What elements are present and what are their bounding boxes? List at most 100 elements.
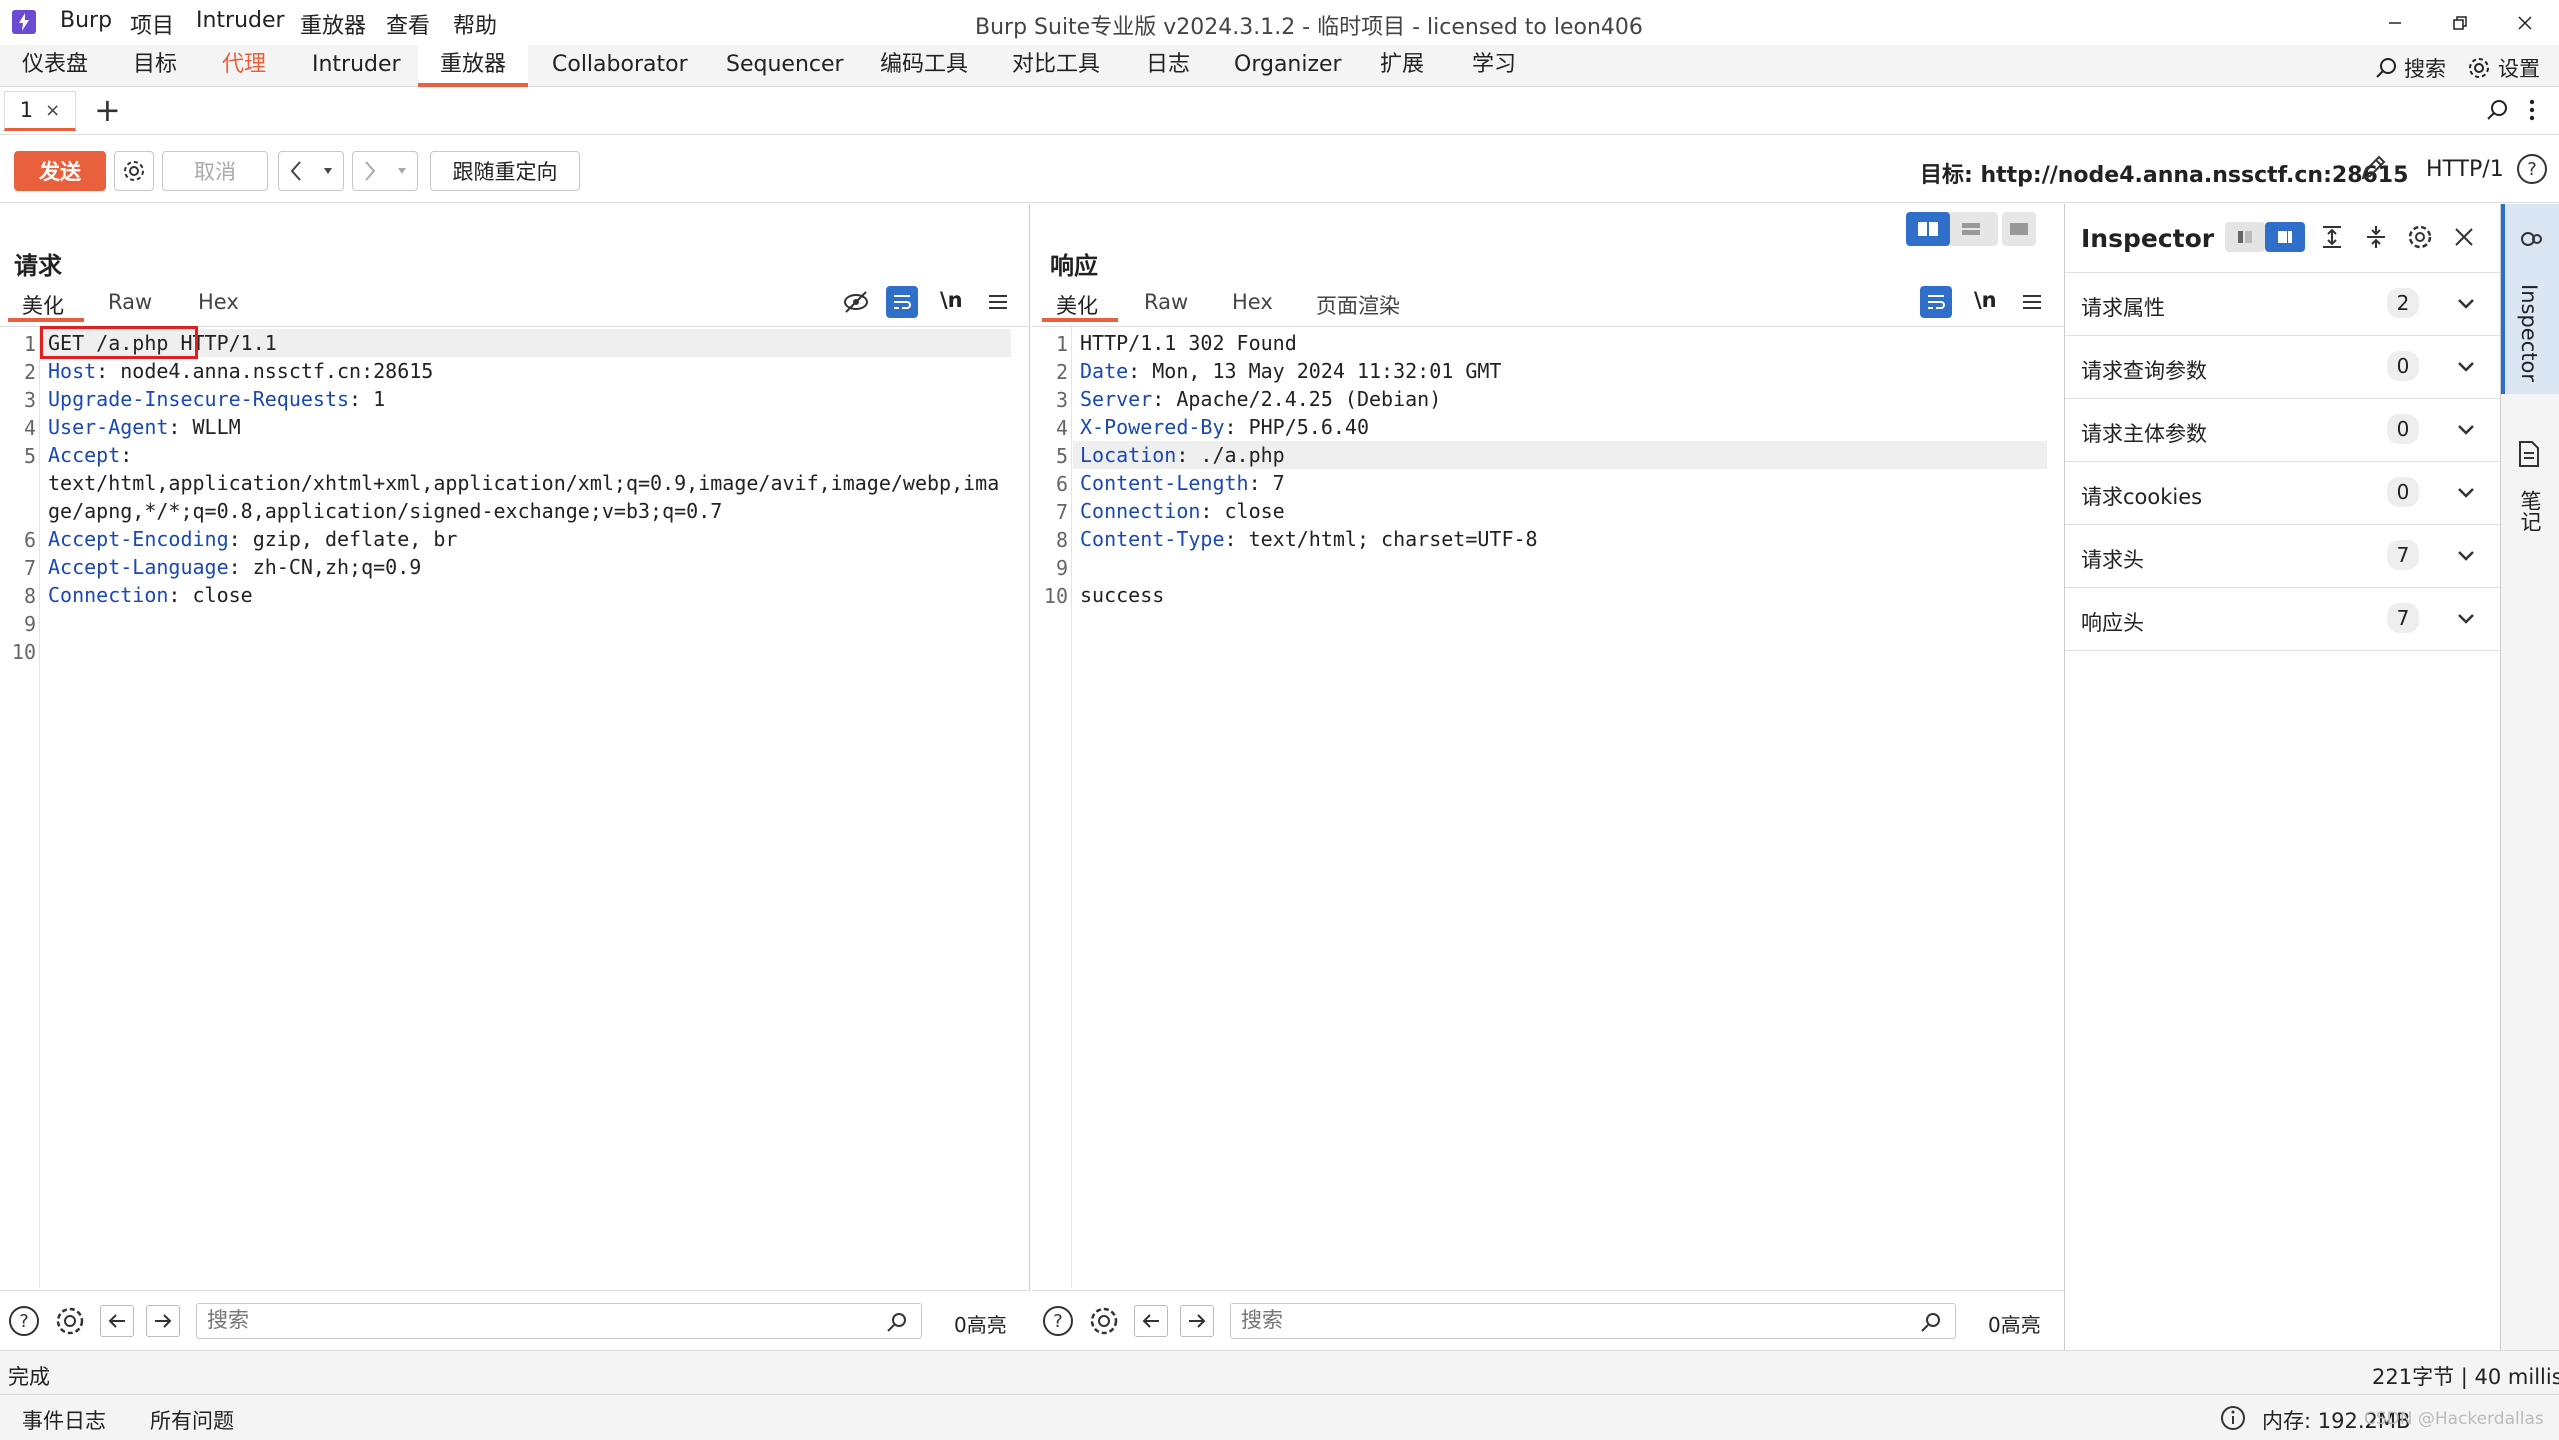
tab-collaborator[interactable]: Collaborator xyxy=(552,45,688,87)
edit-target-icon[interactable] xyxy=(2358,153,2388,183)
request-tab-raw[interactable]: Raw xyxy=(108,290,152,314)
send-button[interactable]: 发送 xyxy=(14,151,106,191)
layout-tabs-icon[interactable] xyxy=(2002,212,2036,246)
chevron-down-icon[interactable] xyxy=(2455,482,2477,504)
inspector-section[interactable]: 请求查询参数 0 xyxy=(2065,336,2501,399)
response-tab-hex[interactable]: Hex xyxy=(1232,290,1273,314)
hide-nonprintable-icon[interactable] xyxy=(840,286,872,318)
search-prev-button[interactable] xyxy=(1134,1305,1168,1337)
tab-proxy[interactable]: 代理 xyxy=(222,45,266,87)
header-separator: : xyxy=(96,359,121,383)
tab-decoder[interactable]: 编码工具 xyxy=(880,45,968,87)
menu-burp[interactable]: Burp xyxy=(60,8,112,33)
inspector-layout-left-icon[interactable] xyxy=(2225,222,2265,252)
tab-logger[interactable]: 日志 xyxy=(1146,45,1190,87)
chevron-down-icon[interactable] xyxy=(2455,545,2477,567)
cancel-button[interactable]: 取消 xyxy=(162,151,268,191)
search-prev-button[interactable] xyxy=(100,1305,134,1337)
chevron-down-icon[interactable] xyxy=(2455,608,2477,630)
word-wrap-toggle[interactable] xyxy=(1920,286,1952,318)
layout-stacked-icon[interactable] xyxy=(1954,212,1988,246)
tab-organizer[interactable]: Organizer xyxy=(1234,45,1342,87)
response-tab-pretty[interactable]: 美化 xyxy=(1056,290,1098,320)
tab-learn[interactable]: 学习 xyxy=(1472,45,1516,87)
add-tab-button[interactable]: + xyxy=(94,91,121,129)
inspector-section[interactable]: 请求主体参数 0 xyxy=(2065,399,2501,462)
send-settings-button[interactable] xyxy=(114,151,154,191)
close-window-button[interactable] xyxy=(2490,0,2559,45)
menu-help[interactable]: 帮助 xyxy=(453,8,497,40)
show-newlines-toggle[interactable]: \n xyxy=(1974,288,1997,312)
inspector-section[interactable]: 请求属性 2 xyxy=(2065,273,2501,336)
follow-redirect-button[interactable]: 跟随重定向 xyxy=(430,151,580,191)
sidebar-inspector-tab[interactable]: Inspector xyxy=(2501,204,2559,394)
tab-dashboard[interactable]: 仪表盘 xyxy=(22,45,88,87)
sidebar-notes-tab[interactable]: 笔记 xyxy=(2501,440,2559,560)
more-options-icon[interactable] xyxy=(2528,97,2536,123)
show-newlines-toggle[interactable]: \n xyxy=(940,288,963,312)
chevron-down-icon[interactable] xyxy=(2455,356,2477,378)
request-editor[interactable]: 1 GET /a.php HTTP/1.1 2 Host: node4.anna.ns… xyxy=(0,326,1030,1288)
tab-target[interactable]: 目标 xyxy=(133,45,177,87)
line-number: 3 xyxy=(1055,388,1068,412)
restore-button[interactable] xyxy=(2425,0,2495,45)
tab-intruder[interactable]: Intruder xyxy=(312,45,401,87)
repeater-tab-1[interactable]: 1 × xyxy=(4,91,76,131)
close-icon[interactable] xyxy=(2449,222,2479,252)
tab-extensions[interactable]: 扩展 xyxy=(1380,45,1424,87)
menu-intruder[interactable]: Intruder xyxy=(196,8,285,33)
request-tab-hex[interactable]: Hex xyxy=(198,290,239,314)
tab-comparer[interactable]: 对比工具 xyxy=(1012,45,1100,87)
history-forward-button[interactable] xyxy=(352,151,418,191)
request-tab-pretty[interactable]: 美化 xyxy=(22,290,64,320)
response-tab-raw[interactable]: Raw xyxy=(1144,290,1188,314)
line-number: 8 xyxy=(23,584,36,608)
code-line: Accept-Encoding: gzip, deflate, br xyxy=(48,525,457,553)
help-icon[interactable]: ? xyxy=(2516,153,2548,185)
minimize-button[interactable] xyxy=(2360,0,2430,45)
menu-view[interactable]: 查看 xyxy=(386,8,430,40)
close-tab-icon[interactable]: × xyxy=(45,100,60,121)
settings-button[interactable]: 设置 xyxy=(2466,53,2540,83)
chevron-down-icon[interactable] xyxy=(2455,293,2477,315)
search-next-button[interactable] xyxy=(1180,1305,1214,1337)
svg-text:?: ? xyxy=(2527,159,2537,180)
repeater-tab-label: 1 xyxy=(19,98,34,122)
layout-side-by-side-icon[interactable] xyxy=(1906,212,1950,246)
event-log-tab[interactable]: 事件日志 xyxy=(22,1405,106,1435)
tab-search-icon[interactable] xyxy=(2484,97,2510,123)
response-search-input[interactable] xyxy=(1230,1303,1956,1339)
menu-icon[interactable] xyxy=(2018,288,2046,316)
history-back-button[interactable] xyxy=(278,151,344,191)
chevron-down-icon[interactable] xyxy=(2455,419,2477,441)
inspector-section[interactable]: 请求cookies 0 xyxy=(2065,462,2501,525)
inspector-section[interactable]: 请求头 7 xyxy=(2065,525,2501,588)
help-icon[interactable]: ? xyxy=(8,1305,40,1337)
gear-icon[interactable] xyxy=(2405,222,2435,252)
header-separator: : xyxy=(168,583,193,607)
inspector-layout-right-icon[interactable] xyxy=(2265,222,2305,252)
gear-icon[interactable] xyxy=(54,1305,86,1337)
response-tab-render[interactable]: 页面渲染 xyxy=(1316,290,1400,320)
menu-icon[interactable] xyxy=(984,288,1012,316)
word-wrap-toggle[interactable] xyxy=(886,286,918,318)
collapse-all-icon[interactable] xyxy=(2361,222,2391,252)
header-separator: : xyxy=(1152,387,1177,411)
inspector-panel: Inspector 请求属性 2 请求查询参数 0 请求主体参数 0 请求cookies 0 请… xyxy=(2064,204,2501,1350)
inspector-section[interactable]: 响应头 7 xyxy=(2065,588,2501,651)
info-icon[interactable] xyxy=(2220,1405,2246,1431)
menu-project[interactable]: 项目 xyxy=(130,8,174,40)
protocol-label[interactable]: HTTP/1 xyxy=(2426,157,2504,182)
tab-sequencer[interactable]: Sequencer xyxy=(726,45,844,87)
response-editor[interactable]: 1 HTTP/1.1 302 Found 2 Date: Mon, 13 May 20… xyxy=(1032,326,2064,1288)
search-next-button[interactable] xyxy=(146,1305,180,1337)
gear-icon[interactable] xyxy=(1088,1305,1120,1337)
all-issues-tab[interactable]: 所有问题 xyxy=(150,1405,234,1435)
expand-all-icon[interactable] xyxy=(2317,222,2347,252)
tab-repeater[interactable]: 重放器 xyxy=(418,45,529,87)
count-badge: 7 xyxy=(2387,540,2419,570)
menu-repeater[interactable]: 重放器 xyxy=(300,8,366,40)
help-icon[interactable]: ? xyxy=(1042,1305,1074,1337)
request-search-input[interactable] xyxy=(196,1303,922,1339)
global-search-button[interactable]: 搜索 xyxy=(2374,53,2446,83)
